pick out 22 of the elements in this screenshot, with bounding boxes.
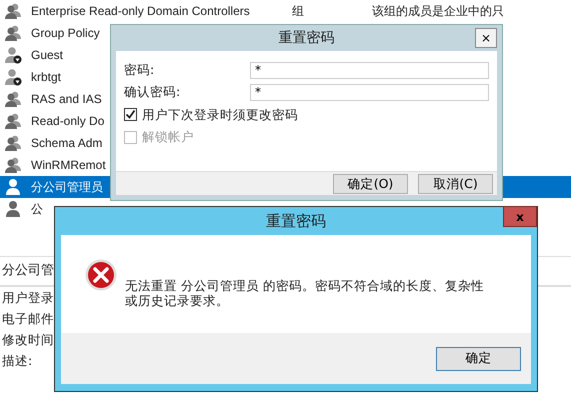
field-label: 用户登录: [1, 288, 55, 306]
row-name: Schema Adm: [31, 135, 102, 152]
row-name: 公: [31, 201, 43, 218]
row-name: krbtgt: [31, 69, 62, 86]
field-label: 电子邮件: [1, 310, 55, 328]
description-text: 该组的成员是企业中的只: [372, 3, 504, 20]
checkbox-label: 用户下次登录时须更改密码: [142, 106, 298, 124]
row-name: Enterprise Read-only Domain Controllers: [31, 3, 250, 20]
dialog-title: 重置密码: [278, 28, 334, 48]
row-name: Group Policy: [31, 25, 100, 42]
row-name: Read-only Do: [31, 113, 104, 130]
row-name: WinRMRemot: [31, 157, 106, 174]
field-label: 修改时间: [1, 330, 55, 348]
field-label: 密码:: [124, 61, 156, 79]
field-label: 确认密码:: [124, 82, 182, 101]
checkbox-label: 解锁帐户: [142, 128, 194, 146]
row-name: 分公司管理员: [31, 179, 103, 196]
type-text: 组: [292, 3, 304, 20]
row-name: RAS and IAS: [31, 91, 102, 108]
dialog-title: 重置密码: [266, 210, 326, 232]
field-label: 描述:: [1, 352, 34, 370]
row-name: Guest: [31, 47, 64, 64]
